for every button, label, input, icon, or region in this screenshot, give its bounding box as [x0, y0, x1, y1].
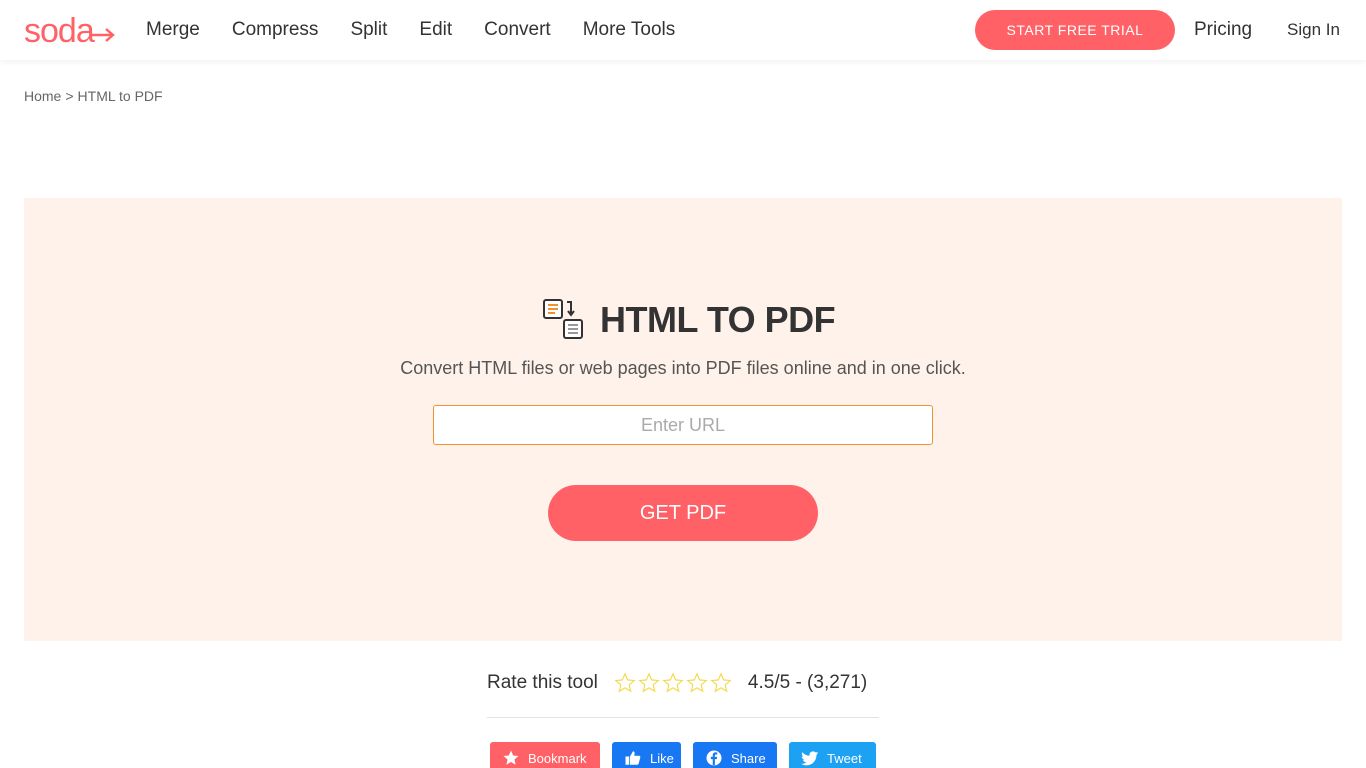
sign-in-link[interactable]: Sign In — [1287, 20, 1340, 40]
url-input[interactable] — [433, 405, 933, 445]
star-filled-icon — [503, 750, 519, 765]
like-label: Like — [650, 750, 674, 766]
nav-merge[interactable]: Merge — [146, 19, 200, 41]
main-nav: Merge Compress Split Edit Convert More T… — [146, 0, 707, 60]
twitter-icon — [801, 751, 819, 766]
divider — [487, 717, 879, 718]
star-icon[interactable] — [638, 672, 660, 694]
facebook-icon — [706, 750, 722, 766]
rating-widget: Rate this tool 4.5/5 - (3,271) — [487, 670, 867, 696]
nav-convert[interactable]: Convert — [484, 19, 551, 41]
star-icon[interactable] — [614, 672, 636, 694]
page-title: HTML TO PDF — [600, 299, 836, 340]
soda-logo[interactable]: soda — [24, 12, 116, 48]
rating-value: 4.5/5 - (3,271) — [747, 672, 868, 693]
page-subtitle: Convert HTML files or web pages into PDF… — [400, 358, 966, 378]
rating-stars — [614, 672, 732, 694]
breadcrumb-home[interactable]: Home — [24, 88, 61, 104]
start-free-trial-button[interactable]: START FREE TRIAL — [975, 10, 1175, 50]
tool-panel: HTML TO PDF Convert HTML files or web pa… — [24, 198, 1342, 641]
thumbs-up-icon — [625, 751, 641, 765]
nav-more-tools[interactable]: More Tools — [583, 19, 676, 41]
star-icon[interactable] — [686, 672, 708, 694]
nav-edit[interactable]: Edit — [419, 19, 452, 41]
breadcrumb-current: HTML to PDF — [77, 88, 163, 104]
facebook-share-button[interactable]: Share — [693, 742, 777, 768]
like-button[interactable]: Like — [612, 742, 681, 768]
logo-text: soda — [24, 12, 95, 50]
top-navigation: soda Merge Compress Split Edit Convert M… — [0, 0, 1366, 60]
tweet-label: Tweet — [827, 750, 862, 766]
pricing-link[interactable]: Pricing — [1194, 19, 1252, 41]
nav-split[interactable]: Split — [350, 19, 387, 41]
html-to-pdf-icon — [543, 299, 583, 339]
breadcrumb: Home > HTML to PDF — [24, 88, 163, 104]
logo-arrow-icon — [89, 28, 115, 42]
share-label: Share — [731, 750, 766, 766]
get-pdf-button[interactable]: GET PDF — [548, 485, 818, 541]
tweet-button[interactable]: Tweet — [789, 742, 876, 768]
star-icon[interactable] — [662, 672, 684, 694]
bookmark-button[interactable]: Bookmark — [490, 742, 600, 768]
rating-label: Rate this tool — [487, 672, 598, 693]
title-row: HTML TO PDF — [542, 298, 836, 342]
star-icon[interactable] — [710, 672, 732, 694]
nav-compress[interactable]: Compress — [232, 19, 319, 41]
breadcrumb-separator: > — [65, 88, 74, 104]
bookmark-label: Bookmark — [528, 750, 587, 766]
